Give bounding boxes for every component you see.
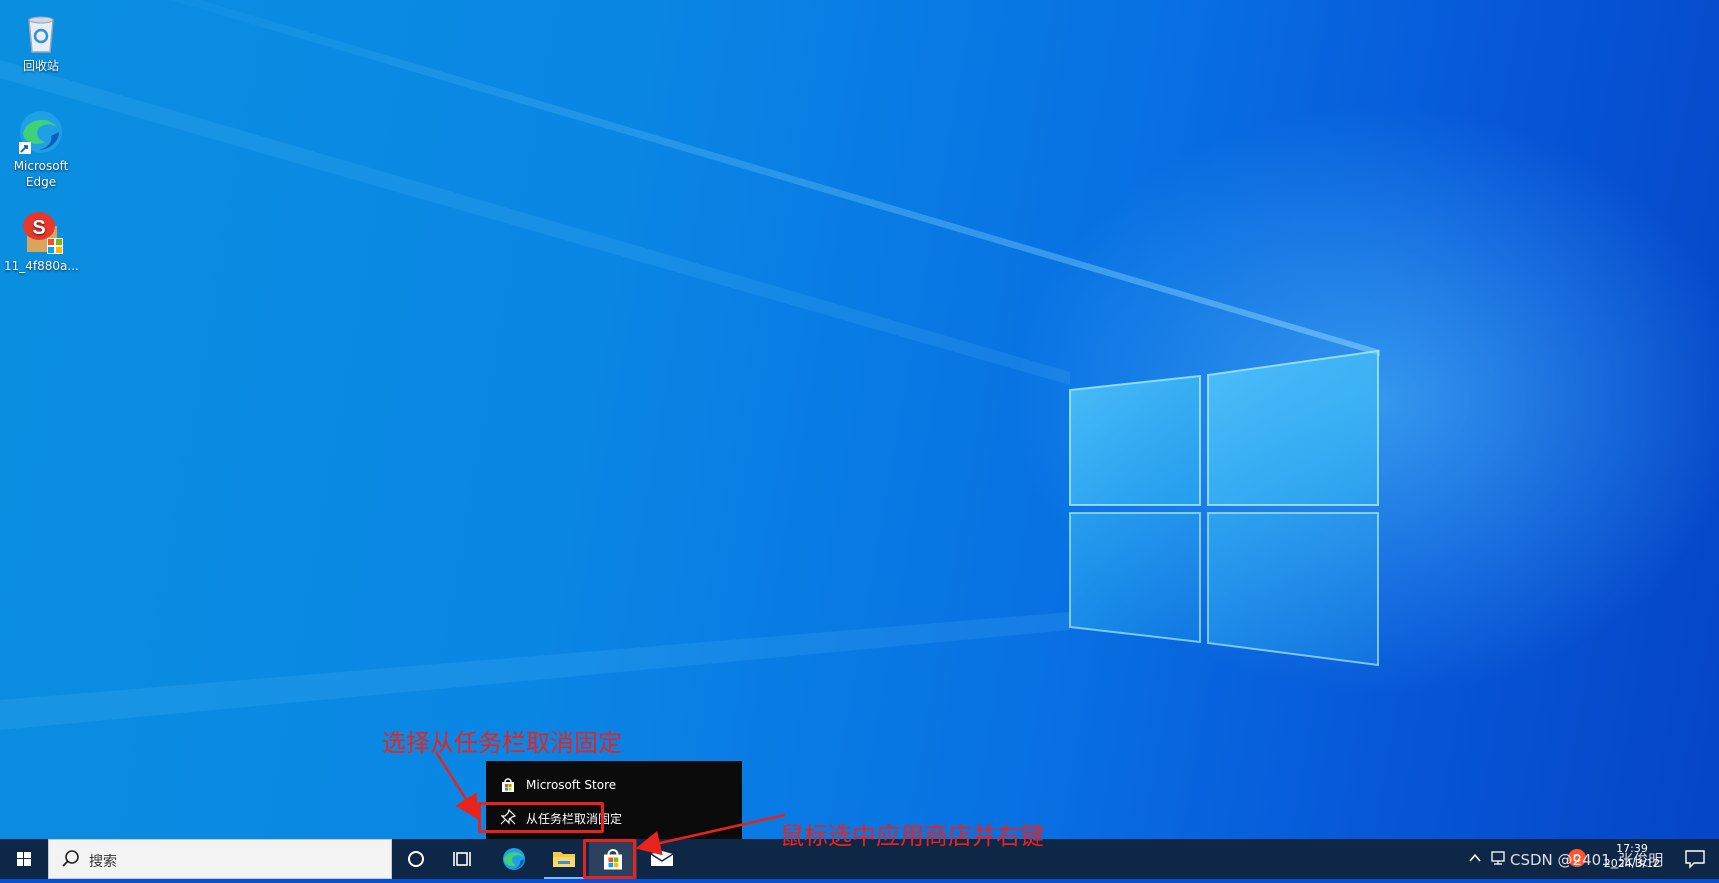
annotation-right-click-store: 鼠标选中应用商店并右键 (780, 822, 1044, 850)
arrow-to-store (635, 813, 786, 856)
annotation-select-unpin: 选择从任务栏取消固定 (382, 729, 622, 757)
annotation-arrows (434, 751, 786, 856)
arrow-to-unpin (434, 751, 480, 821)
